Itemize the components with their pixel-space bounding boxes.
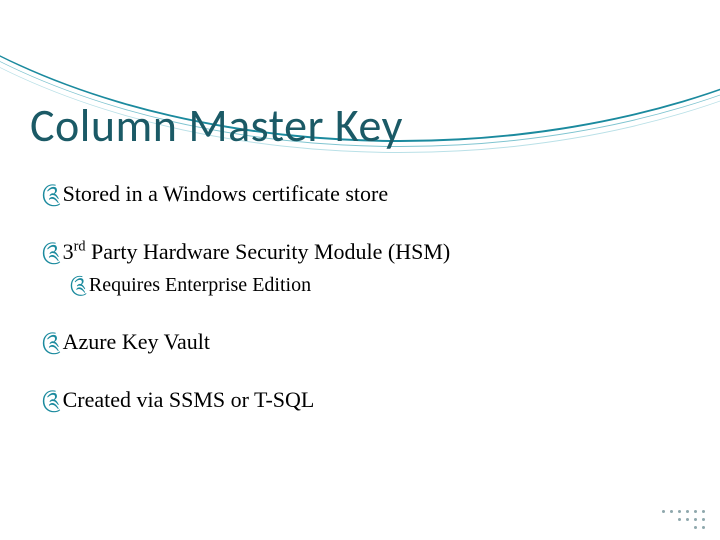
bullet-glyph-icon: ༊ <box>42 239 61 265</box>
bullet-text: Requires Enterprise Edition <box>89 273 311 298</box>
bullet-text: Created via SSMS or T-SQL <box>63 386 315 414</box>
decorative-corner-dots <box>662 510 708 530</box>
bullet-item: ༊ Stored in a Windows certificate store <box>42 180 680 208</box>
bullet-text: Stored in a Windows certificate store <box>63 180 389 208</box>
bullet-item: ༊ Azure Key Vault <box>42 328 680 356</box>
slide-title: Column Master Key <box>30 98 403 154</box>
bullet-glyph-icon: ༊ <box>70 274 87 298</box>
bullet-text: 3rd Party Hardware Security Module (HSM) <box>63 238 451 266</box>
bullet-text: Azure Key Vault <box>63 328 210 356</box>
bullet-sub-item: ༊ Requires Enterprise Edition <box>70 273 680 298</box>
bullet-glyph-icon: ༊ <box>42 329 61 355</box>
bullet-glyph-icon: ༊ <box>42 387 61 413</box>
slide-body: ༊ Stored in a Windows certificate store … <box>42 180 680 443</box>
bullet-item: ༊ 3rd Party Hardware Security Module (HS… <box>42 238 680 266</box>
bullet-glyph-icon: ༊ <box>42 181 61 207</box>
bullet-item: ༊ Created via SSMS or T-SQL <box>42 386 680 414</box>
